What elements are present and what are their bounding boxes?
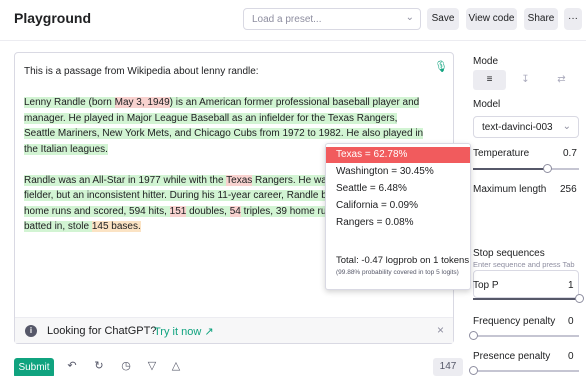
token-span[interactable]: Randle was an All-Star in 1977 while wit…	[24, 174, 227, 186]
mode-edit-icon[interactable]: ⇄	[545, 70, 578, 90]
top-p-value: 1	[568, 280, 574, 291]
mode-insert-icon[interactable]: ↧	[509, 70, 542, 90]
try-it-now-link[interactable]: Try it now ↗	[154, 325, 214, 338]
preset-select[interactable]: Load a preset... ⌄	[243, 8, 421, 30]
thumbs-down-icon[interactable]: ▽	[144, 359, 160, 372]
frequency-penalty-slider-handle[interactable]	[468, 331, 478, 340]
logprob-total: Total: -0.47 logprob on 1 tokens	[336, 255, 470, 266]
thumbs-up-icon[interactable]: △	[168, 359, 184, 372]
view-code-button[interactable]: View code	[466, 8, 517, 30]
token-span[interactable]: Texas	[226, 174, 253, 186]
top-p-label: Top P	[473, 280, 499, 291]
probability-row: Washington = 30.45%	[336, 166, 434, 177]
chevron-down-icon: ⌄	[562, 121, 571, 132]
temperature-label: Temperature	[473, 148, 530, 159]
probability-row: California = 0.09%	[336, 200, 418, 211]
notice-question: Looking for ChatGPT?	[47, 325, 157, 337]
chevron-down-icon: ⌄	[405, 12, 414, 23]
presence-penalty-value: 0	[568, 351, 574, 362]
intro-line: This is a passage from Wikipedia about l…	[24, 66, 259, 77]
save-button[interactable]: Save	[427, 8, 459, 30]
probability-row: Seattle = 6.48%	[336, 183, 407, 194]
probability-row: Texas = 62.78%	[326, 147, 470, 163]
close-icon[interactable]: ×	[437, 323, 444, 337]
chatgpt-notice: i Looking for ChatGPT? Try it now ↗ ×	[15, 317, 453, 343]
share-button[interactable]: Share	[524, 8, 558, 30]
model-label: Model	[473, 99, 501, 110]
regenerate-icon[interactable]: ↻	[91, 359, 107, 372]
history-icon[interactable]: ◷	[118, 359, 134, 372]
token-span[interactable]: 151	[169, 205, 187, 217]
probability-row: Rangers = 0.08%	[336, 217, 414, 228]
token-span[interactable]: 145 bases.	[91, 221, 141, 232]
microphone-icon[interactable]: 🎙	[434, 60, 448, 73]
token-span[interactable]: May 3, 1949	[114, 97, 170, 108]
presence-penalty-label: Presence penalty	[473, 351, 551, 362]
token-probability-popup: Texas = 62.78% Washington = 30.45% Seatt…	[325, 143, 471, 290]
info-icon: i	[25, 325, 37, 337]
frequency-penalty-value: 0	[568, 316, 574, 327]
header-divider	[0, 40, 586, 41]
token-count: 147	[433, 358, 463, 376]
token-span[interactable]: 54	[229, 205, 241, 217]
frequency-penalty-label: Frequency penalty	[473, 316, 556, 327]
token-span[interactable]: doubles,	[186, 205, 230, 217]
more-options-button[interactable]: ···	[564, 8, 582, 30]
stop-sequences-hint: Enter sequence and press Tab	[473, 260, 575, 269]
max-length-label: Maximum length	[473, 184, 547, 195]
mode-label: Mode	[473, 56, 499, 67]
temperature-slider-handle[interactable]	[542, 164, 552, 173]
mode-complete-icon[interactable]: ≡	[473, 70, 506, 90]
preset-placeholder: Load a preset...	[252, 14, 322, 25]
max-length-value: 256	[560, 184, 577, 195]
submit-button[interactable]: Submit	[14, 358, 54, 376]
top-p-slider[interactable]	[473, 294, 584, 303]
token-span[interactable]: Lenny Randle (born	[24, 97, 115, 108]
mode-tabs: ≡ ↧ ⇄	[473, 70, 579, 90]
temperature-slider[interactable]	[473, 164, 579, 173]
presence-penalty-slider-handle[interactable]	[468, 366, 478, 375]
probability-coverage-note: (99.88% probability covered in top 5 log…	[336, 269, 459, 276]
stop-sequences-label: Stop sequences	[473, 248, 545, 259]
presence-penalty-slider[interactable]	[468, 366, 579, 375]
frequency-penalty-slider[interactable]	[468, 331, 579, 340]
model-select[interactable]: text-davinci-003 ⌄	[473, 116, 579, 138]
page-title: Playground	[14, 10, 92, 26]
undo-icon[interactable]: ↶	[64, 359, 80, 372]
model-value: text-davinci-003	[482, 122, 553, 133]
top-p-slider-handle[interactable]	[574, 294, 584, 303]
external-link-icon: ↗	[204, 326, 214, 338]
temperature-value: 0.7	[563, 148, 577, 159]
